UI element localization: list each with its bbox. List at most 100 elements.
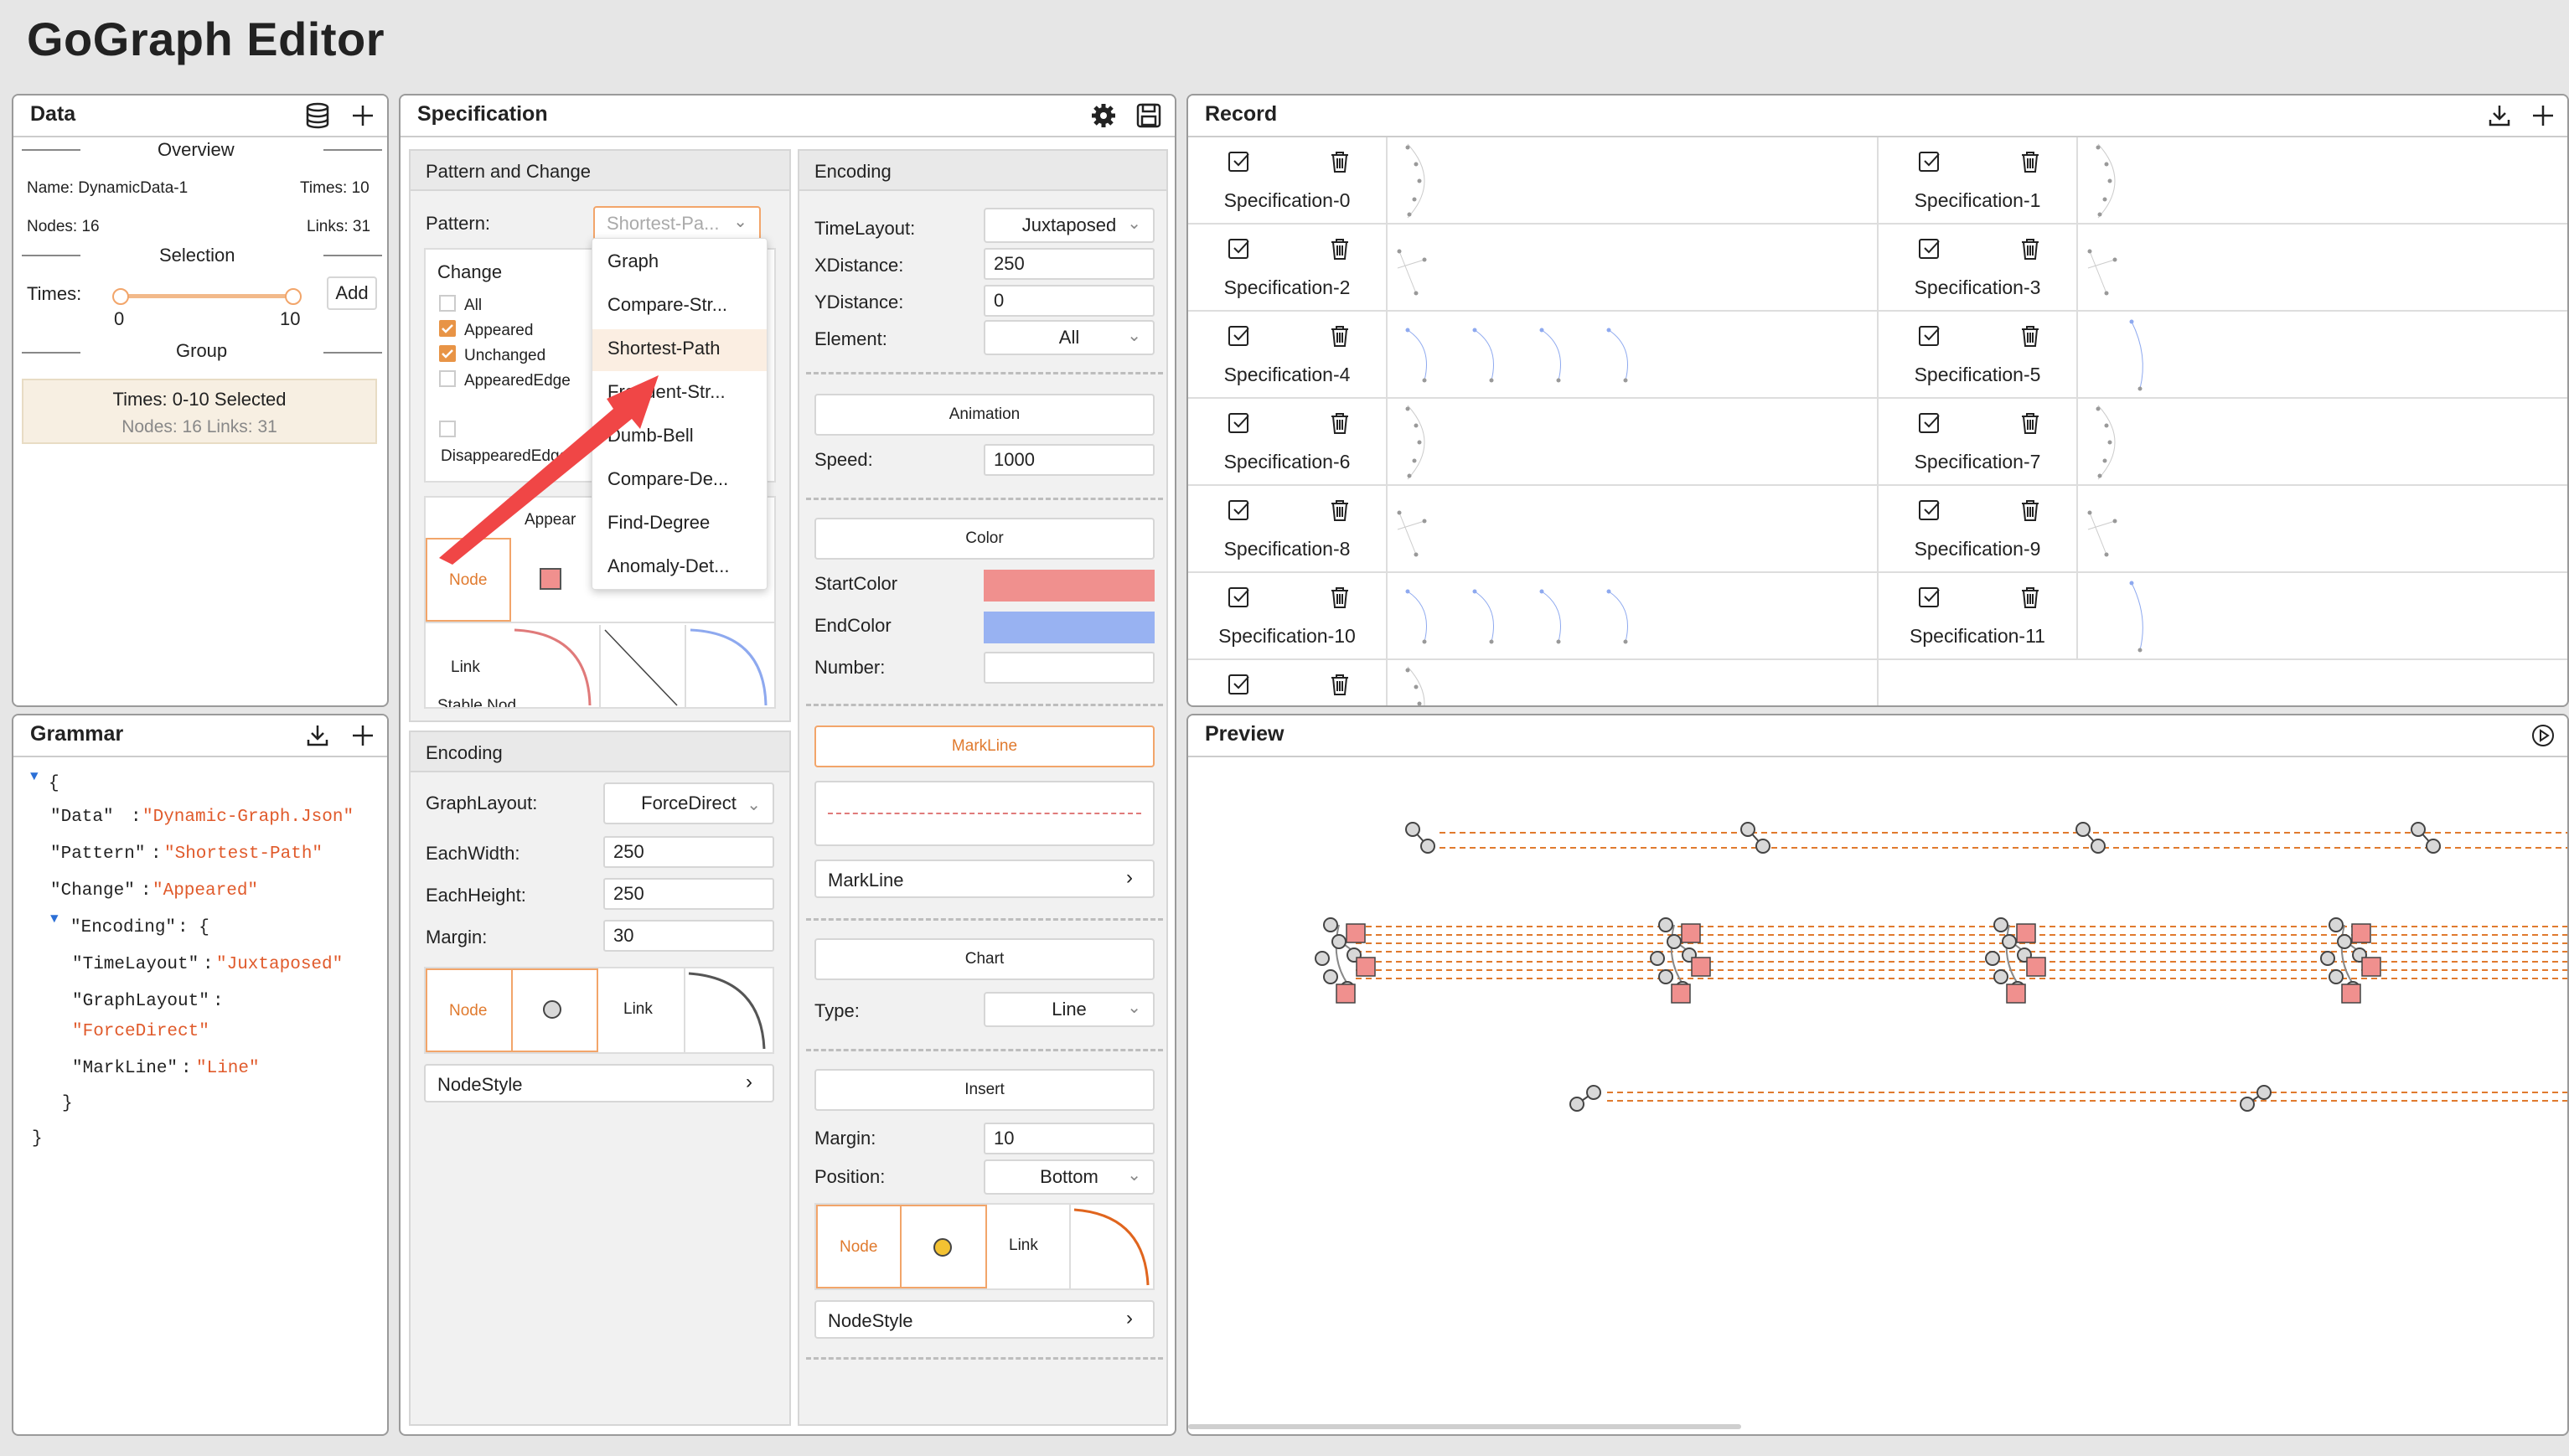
record-item[interactable]: Specification-0 [1188, 137, 1879, 225]
graphlayout-select[interactable]: ForceDirect ⌄ [603, 782, 774, 824]
group-item[interactable]: Times: 0-10 Selected Nodes: 16 Links: 31 [22, 379, 377, 444]
eachwidth-input[interactable]: 250 [603, 836, 774, 868]
checkbox-icon[interactable] [1917, 323, 1942, 349]
node-style-cell[interactable]: Node [426, 968, 513, 1052]
record-item[interactable]: Specification-10 [1188, 573, 1879, 660]
plus-icon[interactable] [347, 100, 379, 132]
timelayout-select[interactable]: Juxtaposed ⌄ [984, 208, 1155, 243]
record-thumbnail[interactable] [1391, 313, 1877, 397]
chart-type-select[interactable]: Line ⌄ [984, 992, 1155, 1027]
element-select[interactable]: All ⌄ [984, 320, 1155, 355]
position-select[interactable]: Bottom ⌄ [984, 1159, 1155, 1195]
record-thumbnail[interactable] [2081, 226, 2567, 310]
record-thumbnail[interactable] [1391, 662, 1877, 707]
record-thumbnail[interactable] [2081, 488, 2567, 571]
checkbox-icon[interactable] [1227, 149, 1252, 174]
checkbox-icon[interactable] [1917, 410, 1942, 436]
download-icon[interactable] [302, 720, 333, 751]
download-icon[interactable] [2484, 100, 2515, 132]
record-item[interactable]: Specification-5 [1879, 312, 2567, 399]
pattern-select[interactable]: Shortest-Pa... ⌄ [593, 206, 761, 241]
trash-icon[interactable] [1327, 323, 1352, 349]
nodestyle-row[interactable]: NodeStyle › [424, 1064, 774, 1102]
time-range-slider[interactable] [112, 288, 302, 305]
link-styles-icon[interactable] [513, 625, 773, 709]
record-item[interactable]: Specification-7 [1879, 399, 2567, 486]
record-thumbnail[interactable] [2081, 139, 2567, 223]
record-item[interactable] [1188, 660, 1879, 707]
trash-icon[interactable] [2018, 236, 2043, 261]
preview-canvas[interactable] [1188, 757, 2569, 1436]
plus-icon[interactable] [2527, 100, 2559, 132]
xdistance-input[interactable]: 250 [984, 248, 1155, 280]
checkbox-icon[interactable] [1227, 410, 1252, 436]
record-thumbnail[interactable] [1391, 226, 1877, 310]
record-thumbnail[interactable] [2081, 400, 2567, 484]
checkbox-icon[interactable] [1227, 672, 1252, 697]
record-thumbnail[interactable] [1391, 575, 1877, 658]
checkbox-icon[interactable] [1227, 585, 1252, 610]
yellow-node-cell[interactable] [902, 1205, 987, 1288]
eachheight-input[interactable]: 250 [603, 878, 774, 910]
plus-icon[interactable] [347, 720, 379, 751]
markline-row[interactable]: MarkLine › [814, 860, 1155, 898]
record-item[interactable]: Specification-3 [1879, 225, 2567, 312]
record-thumbnail[interactable] [1391, 400, 1877, 484]
record-thumbnail[interactable] [1391, 488, 1877, 571]
ydistance-input[interactable]: 0 [984, 285, 1155, 317]
slider-handle-start[interactable] [112, 288, 129, 305]
trash-icon[interactable] [1327, 585, 1352, 610]
record-thumbnail[interactable] [2081, 313, 2567, 397]
record-item[interactable]: Specification-4 [1188, 312, 1879, 399]
checkbox-icon[interactable] [1917, 149, 1942, 174]
insert-margin-input[interactable]: 10 [984, 1123, 1155, 1154]
circle-node-cell[interactable] [513, 968, 598, 1052]
orange-link-icon[interactable] [1073, 1206, 1153, 1287]
number-input[interactable] [984, 652, 1155, 684]
collapse-arrow-icon[interactable]: ▼ [50, 911, 59, 927]
record-item[interactable]: Specification-9 [1879, 486, 2567, 573]
insert-nodestyle-row[interactable]: NodeStyle › [814, 1300, 1155, 1339]
collapse-arrow-icon[interactable]: ▼ [30, 769, 39, 784]
checkbox-icon[interactable] [1227, 498, 1252, 523]
trash-icon[interactable] [2018, 410, 2043, 436]
node-style-cell[interactable]: Node [816, 1205, 902, 1288]
play-icon[interactable] [2527, 720, 2559, 751]
record-item[interactable]: Specification-11 [1879, 573, 2567, 660]
checkbox-icon[interactable] [1917, 236, 1942, 261]
record-thumbnail[interactable] [2081, 575, 2567, 658]
gear-icon[interactable] [1088, 100, 1119, 132]
checkbox-icon[interactable] [1227, 323, 1252, 349]
endcolor-swatch[interactable] [984, 612, 1155, 643]
checkbox-icon[interactable] [1917, 498, 1942, 523]
save-icon[interactable] [1133, 100, 1165, 132]
trash-icon[interactable] [1327, 236, 1352, 261]
record-item[interactable]: Specification-6 [1188, 399, 1879, 486]
trash-icon[interactable] [1327, 498, 1352, 523]
checkbox-all[interactable] [439, 295, 456, 312]
trash-icon[interactable] [2018, 149, 2043, 174]
trash-icon[interactable] [1327, 672, 1352, 697]
speed-input[interactable]: 1000 [984, 444, 1155, 476]
margin-input[interactable]: 30 [603, 920, 774, 952]
record-item[interactable]: Specification-1 [1879, 137, 2567, 225]
dropdown-item-graph[interactable]: Graph [607, 250, 659, 272]
curved-link-icon[interactable] [687, 970, 771, 1051]
slider-handle-end[interactable] [285, 288, 302, 305]
trash-icon[interactable] [2018, 585, 2043, 610]
horizontal-scrollbar[interactable] [1188, 1424, 1741, 1429]
trash-icon[interactable] [1327, 410, 1352, 436]
record-item[interactable]: Specification-8 [1188, 486, 1879, 573]
trash-icon[interactable] [2018, 498, 2043, 523]
record-thumbnail[interactable] [1391, 139, 1877, 223]
startcolor-swatch[interactable] [984, 570, 1155, 602]
add-group-button[interactable]: Add [327, 276, 377, 310]
checkbox-icon[interactable] [1917, 585, 1942, 610]
checkbox-icon[interactable] [1227, 236, 1252, 261]
square-node-icon[interactable] [540, 568, 561, 590]
trash-icon[interactable] [1327, 149, 1352, 174]
record-item[interactable]: Specification-2 [1188, 225, 1879, 312]
trash-icon[interactable] [2018, 323, 2043, 349]
markline-header[interactable]: MarkLine [814, 725, 1155, 767]
dropdown-item-compare-structure[interactable]: Compare-Str... [607, 294, 727, 316]
